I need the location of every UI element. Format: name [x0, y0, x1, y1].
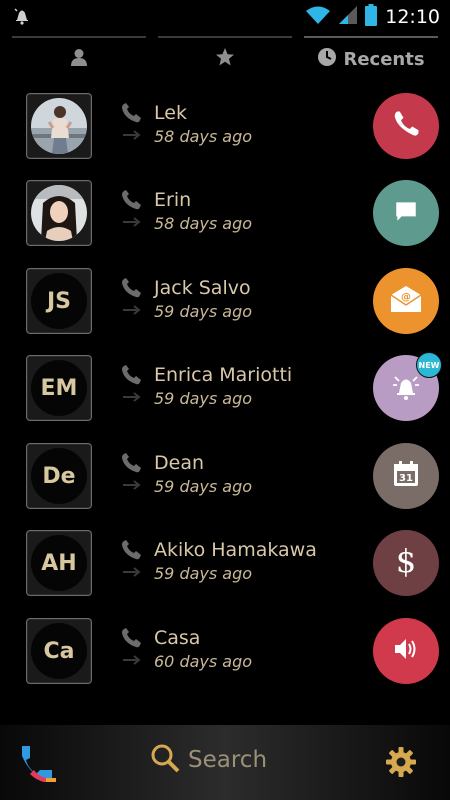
- phone-icon: [391, 109, 421, 143]
- list-item[interactable]: Ca Casa 60 days ago: [0, 615, 450, 702]
- call-direction: [120, 364, 144, 408]
- calendar-button[interactable]: 31: [373, 443, 439, 509]
- reminder-bell-icon: [391, 371, 421, 405]
- avatar-initials: Ca: [31, 623, 87, 679]
- call-direction: [120, 189, 144, 233]
- call-time: 59 days ago: [154, 477, 253, 496]
- list-item[interactable]: AH Akiko Hamakawa 59 days ago $: [0, 527, 450, 614]
- list-item[interactable]: De Dean 59 days ago 31: [0, 440, 450, 527]
- call-direction: [120, 539, 144, 583]
- tab-contacts[interactable]: [12, 36, 146, 82]
- list-item[interactable]: EM Enrica Mariotti 59 days ago NEW: [0, 352, 450, 439]
- call-time: 59 days ago: [154, 389, 253, 408]
- call-time: 59 days ago: [154, 302, 253, 321]
- message-bubble-icon: [393, 198, 419, 228]
- avatar-frame[interactable]: De: [26, 443, 92, 509]
- svg-text:31: 31: [399, 473, 413, 484]
- tab-bar: Recents: [0, 36, 450, 82]
- avatar-initials: AH: [31, 535, 87, 591]
- avatar-frame[interactable]: JS: [26, 268, 92, 334]
- avatar: [31, 185, 87, 241]
- contact-name: Enrica Mariotti: [154, 364, 293, 386]
- contact-name: Akiko Hamakawa: [154, 539, 317, 561]
- call-time: 59 days ago: [154, 564, 253, 583]
- list-item[interactable]: Lek 58 days ago: [0, 90, 450, 177]
- call-time: 60 days ago: [154, 652, 253, 671]
- tab-recents[interactable]: Recents: [304, 36, 438, 82]
- settings-gear-icon[interactable]: [384, 745, 418, 779]
- dollar-icon: $: [391, 542, 421, 583]
- search-button[interactable]: Search: [150, 743, 267, 777]
- status-time: 12:10: [385, 6, 440, 28]
- favorites-star-icon: [215, 47, 235, 71]
- call-direction: [120, 102, 144, 146]
- svg-text:$: $: [396, 543, 416, 579]
- email-icon: @: [389, 284, 423, 318]
- list-item[interactable]: Erin 58 days ago: [0, 177, 450, 264]
- call-time: 58 days ago: [154, 127, 253, 146]
- avatar-initials: De: [31, 448, 87, 504]
- call-button[interactable]: [373, 93, 439, 159]
- contact-name: Jack Salvo: [154, 277, 251, 299]
- call-direction: [120, 277, 144, 321]
- payment-button[interactable]: $: [373, 530, 439, 596]
- search-label: Search: [188, 747, 268, 773]
- status-bar: 12:10: [0, 0, 450, 32]
- bottom-bar: Search: [0, 725, 450, 800]
- avatar-initials: JS: [31, 273, 87, 329]
- speaker-button[interactable]: [373, 618, 439, 684]
- avatar-frame[interactable]: Ca: [26, 618, 92, 684]
- speaker-icon: [392, 635, 420, 667]
- signal-icon: [337, 5, 359, 29]
- call-time: 58 days ago: [154, 214, 253, 233]
- notification-bell-icon: [14, 7, 30, 29]
- contacts-icon: [69, 47, 89, 71]
- call-direction: [120, 452, 144, 496]
- calendar-icon: 31: [391, 459, 421, 493]
- avatar: [31, 98, 87, 154]
- message-button[interactable]: [373, 180, 439, 246]
- avatar-initials: EM: [31, 360, 87, 416]
- wifi-icon: [305, 5, 331, 29]
- avatar-frame[interactable]: EM: [26, 355, 92, 421]
- contact-name: Dean: [154, 452, 205, 474]
- recents-clock-icon: [317, 47, 337, 71]
- email-button[interactable]: @: [373, 268, 439, 334]
- avatar-frame[interactable]: [26, 93, 92, 159]
- search-icon: [150, 743, 180, 777]
- avatar-frame[interactable]: AH: [26, 530, 92, 596]
- contact-name: Casa: [154, 627, 201, 649]
- avatar-frame[interactable]: [26, 180, 92, 246]
- list-item[interactable]: JS Jack Salvo 59 days ago @: [0, 265, 450, 352]
- battery-icon: [365, 4, 378, 30]
- tab-favorites[interactable]: [158, 36, 292, 82]
- new-badge: NEW: [416, 352, 442, 378]
- contact-name: Lek: [154, 102, 187, 124]
- app-logo-icon[interactable]: [16, 742, 60, 786]
- tab-recents-label: Recents: [343, 48, 425, 70]
- svg-text:@: @: [401, 292, 411, 303]
- contact-name: Erin: [154, 189, 192, 211]
- call-direction: [120, 627, 144, 671]
